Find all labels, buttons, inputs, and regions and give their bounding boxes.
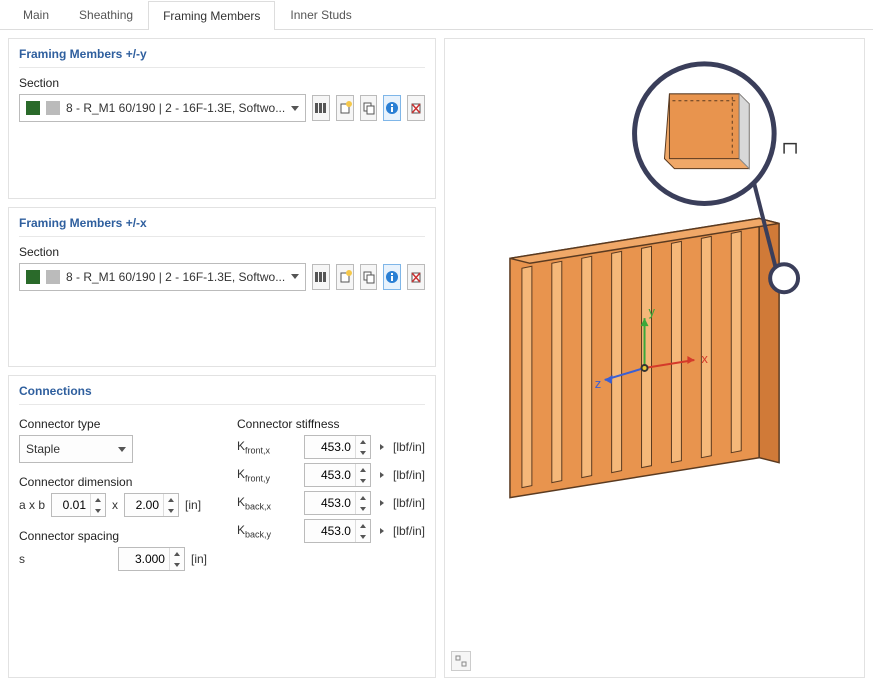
section-select-x[interactable]: 8 - R_M1 60/190 | 2 - 16F-1.3E, Softwo..…	[19, 263, 306, 291]
delete-button-x[interactable]	[407, 264, 425, 290]
stiffness-unit: [lbf/in]	[393, 440, 425, 454]
wall-preview-svg: x y z	[445, 39, 864, 677]
step-down[interactable]	[356, 447, 370, 458]
tab-main[interactable]: Main	[8, 0, 64, 29]
connector-dimension-label: Connector dimension	[19, 475, 207, 489]
connector-stiffness-label: Connector stiffness	[237, 417, 425, 431]
group-framing-x: Framing Members +/-x Section 8 - R_M1 60…	[8, 207, 436, 368]
delete-button-y[interactable]	[407, 95, 425, 121]
group-framing-y: Framing Members +/-y Section 8 - R_M1 60…	[8, 38, 436, 199]
new-button-y[interactable]	[336, 95, 354, 121]
step-down[interactable]	[356, 531, 370, 542]
step-down[interactable]	[356, 475, 370, 486]
dimension-prefix: a x b	[19, 498, 45, 512]
axis-x-label: x	[701, 351, 708, 366]
step-up[interactable]	[356, 520, 370, 531]
copy-button-x[interactable]	[360, 264, 378, 290]
stiffness-unit: [lbf/in]	[393, 468, 425, 482]
swatch-green-icon	[26, 101, 40, 115]
viewport-options-button[interactable]	[451, 651, 471, 671]
swatch-gray-icon	[46, 270, 60, 284]
stiffness-unit: [lbf/in]	[393, 524, 425, 538]
stiffness-input-2[interactable]	[304, 491, 371, 515]
chevron-down-icon	[291, 106, 299, 111]
spacing-unit: [in]	[191, 552, 207, 566]
stiffness-row-0: Kfront,x [lbf/in]	[237, 435, 425, 459]
preview-viewport[interactable]: x y z	[444, 38, 865, 678]
connector-type-value: Staple	[26, 442, 60, 456]
dimension-a-input[interactable]	[51, 493, 106, 517]
stiffness-label: Kback,y	[237, 523, 281, 539]
staple-icon	[784, 144, 796, 154]
dimension-b-input[interactable]	[124, 493, 179, 517]
step-up[interactable]	[164, 494, 178, 505]
step-down[interactable]	[170, 559, 184, 570]
stiffness-row-2: Kback,x [lbf/in]	[237, 491, 425, 515]
stiffness-label: Kback,x	[237, 495, 281, 511]
section-select-y[interactable]: 8 - R_M1 60/190 | 2 - 16F-1.3E, Softwo..…	[19, 94, 306, 122]
step-up[interactable]	[356, 492, 370, 503]
stiffness-label: Kfront,y	[237, 467, 281, 483]
axis-y-label: y	[649, 304, 656, 319]
step-down[interactable]	[91, 505, 105, 516]
stiffness-input-1[interactable]	[304, 463, 371, 487]
stiffness-row-1: Kfront,y [lbf/in]	[237, 463, 425, 487]
step-up[interactable]	[356, 436, 370, 447]
swatch-gray-icon	[46, 101, 60, 115]
spacing-input[interactable]	[118, 547, 185, 571]
library-button-x[interactable]	[312, 264, 330, 290]
connector-type-select[interactable]: Staple	[19, 435, 133, 463]
copy-button-y[interactable]	[360, 95, 378, 121]
chevron-down-icon	[118, 447, 126, 452]
section-label-y: Section	[19, 76, 425, 90]
step-up[interactable]	[91, 494, 105, 505]
stiffness-row-3: Kback,y [lbf/in]	[237, 519, 425, 543]
step-down[interactable]	[164, 505, 178, 516]
tab-framing-members[interactable]: Framing Members	[148, 1, 275, 30]
group-connections: Connections Connector type Staple Connec…	[8, 375, 436, 678]
info-button-x[interactable]	[383, 264, 401, 290]
stiffness-input-3[interactable]	[304, 519, 371, 543]
connector-type-label: Connector type	[19, 417, 207, 431]
expand-icon[interactable]	[380, 472, 384, 478]
step-down[interactable]	[356, 503, 370, 514]
stiffness-unit: [lbf/in]	[393, 496, 425, 510]
x-separator: x	[112, 498, 118, 512]
axis-z-label: z	[595, 376, 601, 391]
chevron-down-icon	[291, 274, 299, 279]
expand-icon[interactable]	[380, 500, 384, 506]
section-value-y: 8 - R_M1 60/190 | 2 - 16F-1.3E, Softwo..…	[66, 101, 285, 115]
section-value-x: 8 - R_M1 60/190 | 2 - 16F-1.3E, Softwo..…	[66, 270, 285, 284]
group-title-connections: Connections	[19, 384, 425, 405]
tab-sheathing[interactable]: Sheathing	[64, 0, 148, 29]
step-up[interactable]	[356, 464, 370, 475]
stiffness-label: Kfront,x	[237, 439, 281, 455]
info-button-y[interactable]	[383, 95, 401, 121]
expand-icon[interactable]	[380, 528, 384, 534]
tab-inner-studs[interactable]: Inner Studs	[275, 0, 366, 29]
section-label-x: Section	[19, 245, 425, 259]
new-button-x[interactable]	[336, 264, 354, 290]
connector-spacing-label: Connector spacing	[19, 529, 207, 543]
step-up[interactable]	[170, 548, 184, 559]
spacing-s-label: s	[19, 552, 47, 566]
library-button-y[interactable]	[312, 95, 330, 121]
swatch-green-icon	[26, 270, 40, 284]
group-title-framing-y: Framing Members +/-y	[19, 47, 425, 68]
tab-bar: Main Sheathing Framing Members Inner Stu…	[0, 0, 873, 30]
expand-icon[interactable]	[380, 444, 384, 450]
dimension-unit: [in]	[185, 498, 201, 512]
group-title-framing-x: Framing Members +/-x	[19, 216, 425, 237]
stiffness-input-0[interactable]	[304, 435, 371, 459]
